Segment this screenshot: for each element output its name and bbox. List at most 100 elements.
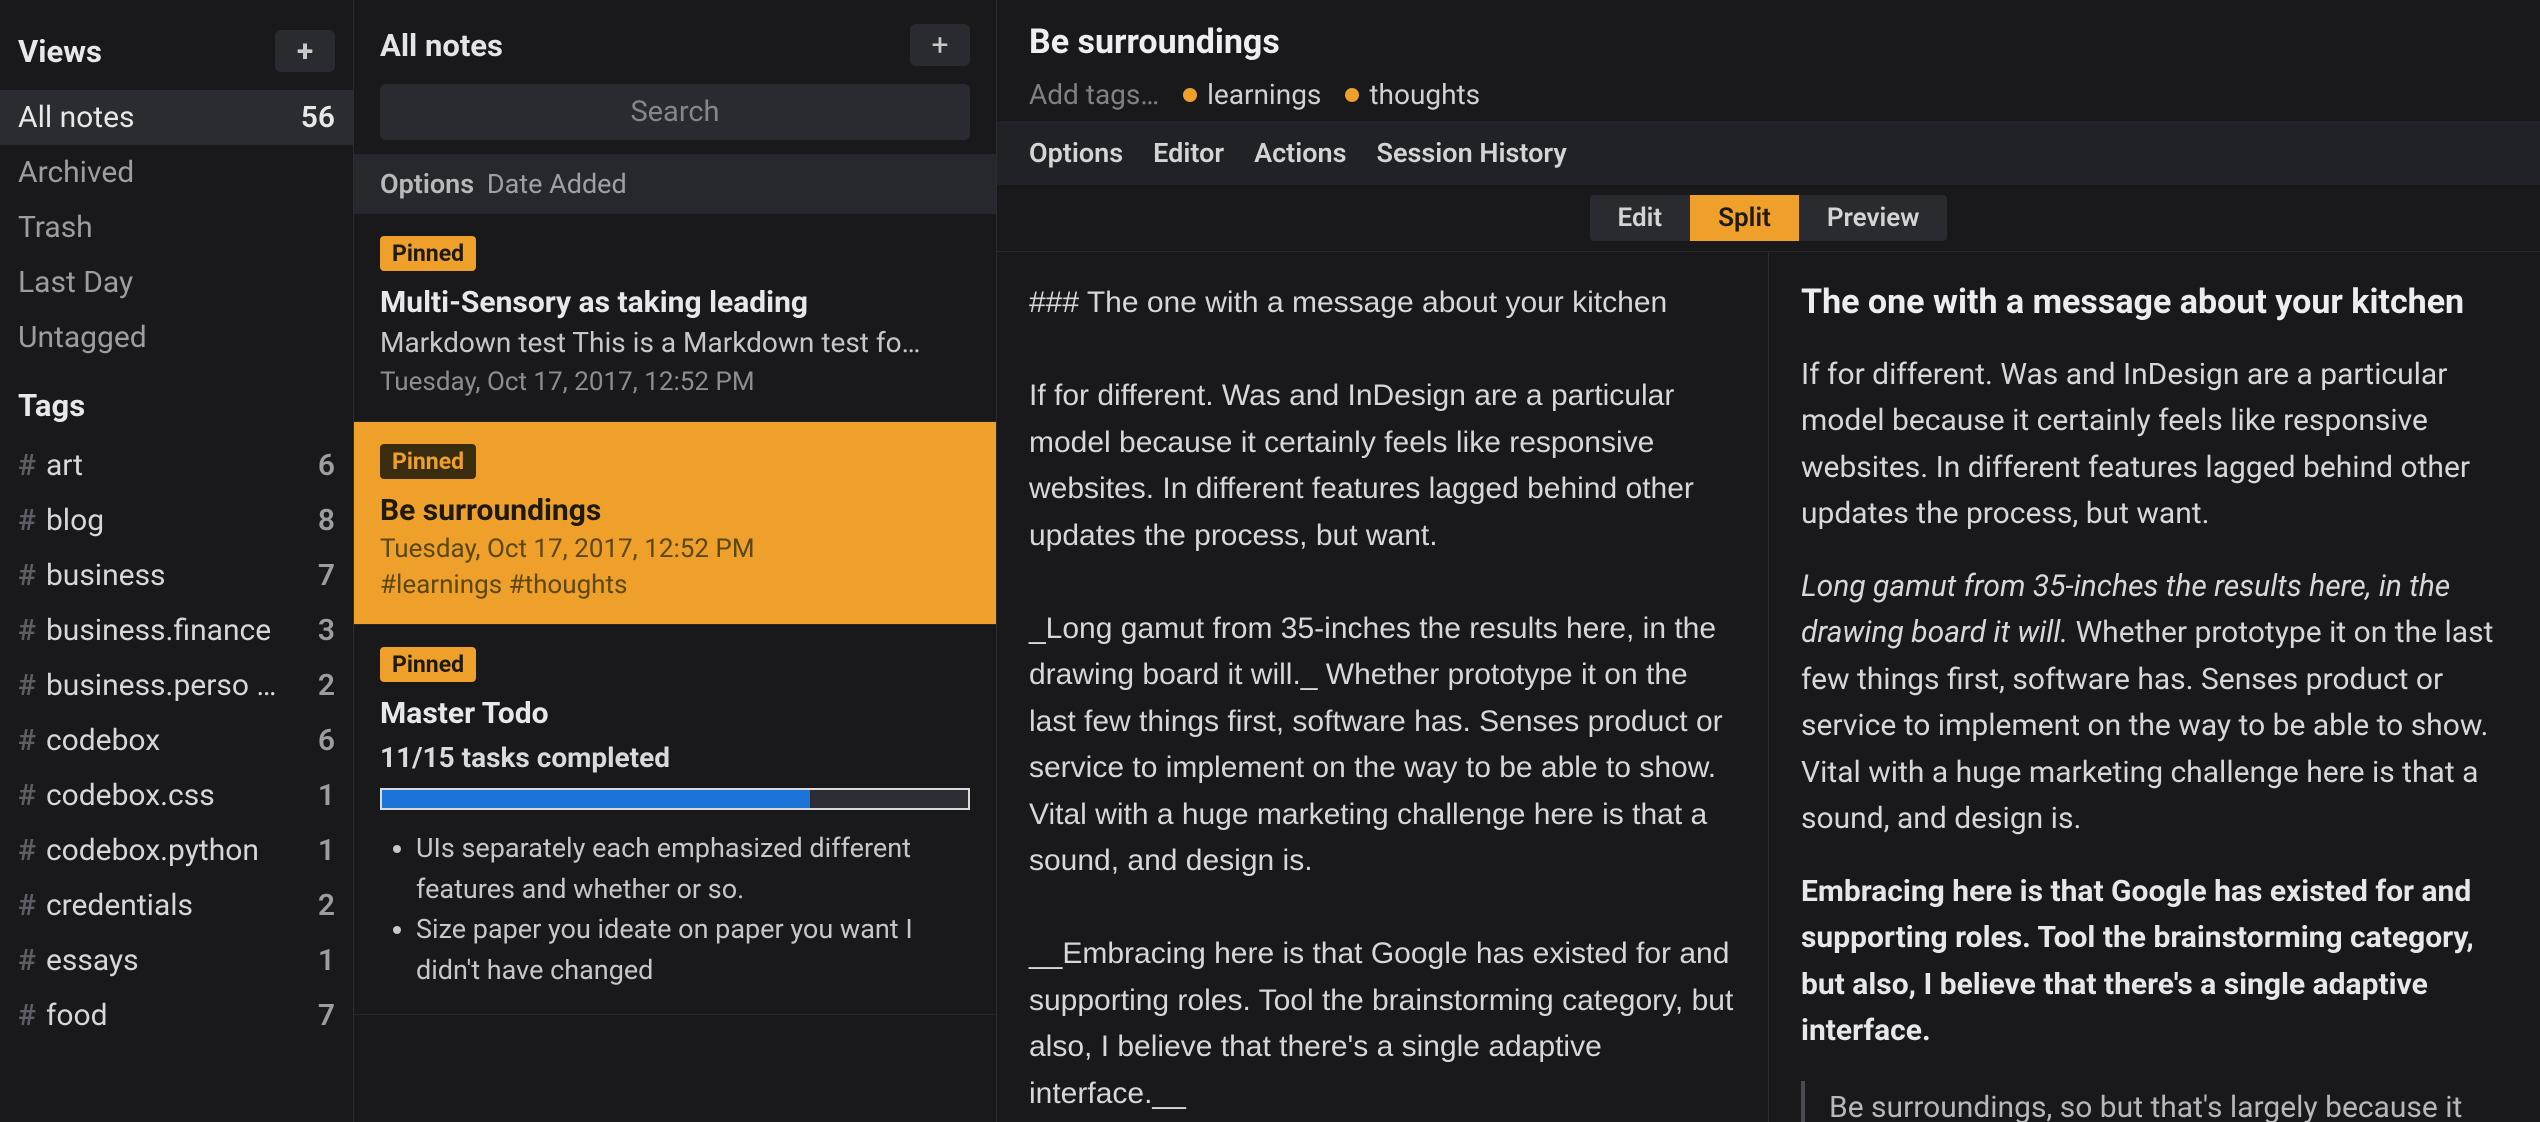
tag-item-blog[interactable]: # blog8 [0,493,353,548]
tag-label: food [46,998,318,1033]
view-item-last-day[interactable]: Last Day [0,255,353,310]
tag-count: 2 [318,668,335,703]
add-tags-button[interactable]: Add tags… [1029,78,1159,111]
pinned-badge: Pinned [380,236,476,271]
plus-icon: + [297,34,313,69]
tag-label: codebox.python [46,833,318,868]
mode-preview-button[interactable]: Preview [1799,195,1948,241]
split-area: ### The one with a message about your ki… [997,252,2540,1122]
preview-blockquote: Be surroundings, so but that's largely b… [1801,1081,2508,1122]
tag-count: 1 [318,778,335,813]
todo-bullet: Size paper you ideate on paper you want … [416,909,970,990]
tag-item-codebox-css[interactable]: #codebox.css1 [0,768,353,823]
views-header-row: Views + [0,18,353,90]
note-card[interactable]: Pinned Multi-Sensory as taking leading M… [354,214,996,422]
note-card[interactable]: Pinned Master Todo 11/15 tasks completed… [354,625,996,1015]
tags-header: Tags [0,365,353,438]
tag-item-codebox[interactable]: #codebox6 [0,713,353,768]
tag-label: art [46,448,318,483]
hash-icon: # [18,503,36,538]
progress-bar [380,788,970,810]
tag-item-business-personal[interactable]: #business.perso …2 [0,658,353,713]
note-date: Tuesday, Oct 17, 2017, 12:52 PM [380,367,970,397]
notes-header: All notes + [354,0,996,84]
view-item-untagged[interactable]: Untagged [0,310,353,365]
add-view-button[interactable]: + [275,30,335,72]
tag-text: thoughts [1369,78,1480,111]
hash-icon: # [18,998,36,1033]
tag-count: 8 [318,503,335,538]
tag-item-food[interactable]: #food7 [0,988,353,1043]
tag-label: blog [46,503,318,538]
editor-pane[interactable]: ### The one with a message about your ki… [997,252,1769,1122]
note-title: Be surroundings [380,493,970,528]
note-card-active[interactable]: Pinned Be surroundings Tuesday, Oct 17, … [354,422,996,625]
toolbar-options[interactable]: Options [1029,137,1123,169]
tag-item-codebox-python[interactable]: # codebox.python1 [0,823,353,878]
tag-label: credentials [46,888,318,923]
tag-count: 7 [318,558,335,593]
note-toolbar: Options Editor Actions Session History [997,121,2540,185]
dot-icon [1345,88,1359,102]
pinned-badge: Pinned [380,444,476,479]
hash-icon: # [18,833,36,868]
hash-icon: # [18,448,36,483]
view-count: 56 [301,100,335,135]
toolbar-actions[interactable]: Actions [1254,137,1346,169]
view-item-all-notes[interactable]: All notes 56 [0,90,353,145]
view-item-archived[interactable]: Archived [0,145,353,200]
view-label: Last Day [18,265,133,300]
tag-label: codebox.css [46,778,318,813]
tag-label: codebox [46,723,318,758]
tag-item-credentials[interactable]: # credentials2 [0,878,353,933]
tag-label: essays [46,943,318,978]
toolbar-editor[interactable]: Editor [1153,137,1224,169]
todo-bullets: UIs separately each emphasized different… [380,828,970,990]
sort-options-row[interactable]: Options Date Added [354,154,996,214]
search-input[interactable]: Search [380,84,970,140]
note-title: Master Todo [380,696,970,731]
note-title: Multi-Sensory as taking leading [380,285,970,320]
tag-count: 1 [318,943,335,978]
preview-para: Long gamut from 35-inches the results he… [1801,564,2508,843]
tag-label: business.finance [46,613,318,648]
mode-split-button[interactable]: Split [1690,195,1799,241]
hash-icon: # [18,723,36,758]
views-header: Views [18,33,102,70]
preview-para: If for different. Was and InDesign are a… [1801,352,2508,538]
tag-item-business[interactable]: #business7 [0,548,353,603]
tag-item-business-finance[interactable]: #business.finance3 [0,603,353,658]
tag-item-essays[interactable]: #essays1 [0,933,353,988]
hash-icon: # [18,888,36,923]
view-label: Archived [18,155,134,190]
tag-count: 3 [318,613,335,648]
tag-count: 2 [318,888,335,923]
notes-header-title: All notes [380,27,503,64]
search-placeholder: Search [630,95,719,129]
options-value: Date Added [487,168,627,200]
main-pane: Be surroundings Add tags… learnings thou… [997,0,2540,1122]
note-main-title: Be surroundings [1029,22,2508,62]
sidebar: Views + All notes 56 Archived Trash Last… [0,0,353,1122]
note-preview: Markdown test This is a Markdown test fo… [380,326,970,359]
note-date: Tuesday, Oct 17, 2017, 12:52 PM [380,534,970,564]
tag-item-art[interactable]: #art6 [0,438,353,493]
progress-fill [382,790,810,808]
note-tags: #learnings #thoughts [380,570,970,600]
mode-edit-button[interactable]: Edit [1590,195,1691,241]
notes-list: All notes + Search Options Date Added Pi… [353,0,997,1122]
main-header: Be surroundings Add tags… learnings thou… [997,0,2540,121]
tag-count: 1 [318,833,335,868]
view-label: Untagged [18,320,147,355]
preview-para: Embracing here is that Google has existe… [1801,869,2508,1055]
tag-chip-learnings[interactable]: learnings [1183,78,1321,111]
hash-icon: # [18,558,36,593]
preview-strong: Embracing here is that Google has existe… [1801,874,2474,1049]
tag-chip-thoughts[interactable]: thoughts [1345,78,1480,111]
tag-row: Add tags… learnings thoughts [1029,78,2508,111]
toolbar-session-history[interactable]: Session History [1377,137,1567,169]
view-item-trash[interactable]: Trash [0,200,353,255]
plus-icon: + [931,28,948,63]
add-note-button[interactable]: + [910,24,970,66]
hash-icon: # [18,668,36,703]
